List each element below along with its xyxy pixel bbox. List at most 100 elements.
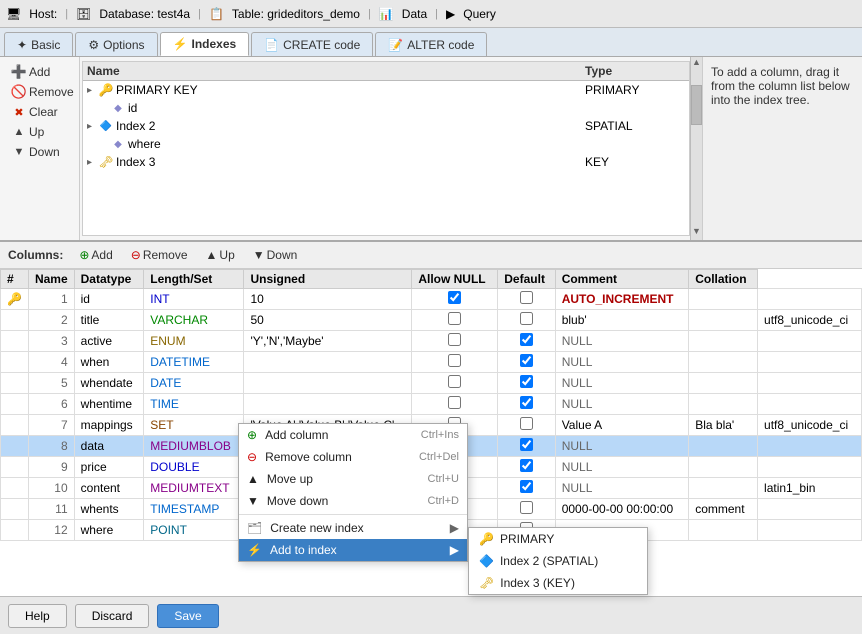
- row-unsigned[interactable]: [412, 289, 498, 310]
- row-allownull[interactable]: [498, 457, 555, 478]
- row-key-icon: 🔑: [7, 292, 22, 306]
- table-row[interactable]: 🔑1idINT10AUTO_INCREMENT: [1, 289, 862, 310]
- allownull-checkbox[interactable]: [520, 459, 533, 472]
- tree-row-id[interactable]: ◆ id: [83, 99, 689, 117]
- scrollbar-up[interactable]: ▲: [691, 57, 702, 71]
- row-name: data: [74, 436, 144, 457]
- index-up-button[interactable]: ▲ Up: [8, 123, 71, 141]
- allownull-checkbox[interactable]: [520, 501, 533, 514]
- sub-index3[interactable]: 🗝 Index 3 (KEY): [469, 572, 647, 594]
- tree-row-index3[interactable]: ▸ 🗝 Index 3 KEY: [83, 153, 689, 171]
- row-type: DATETIME: [144, 352, 244, 373]
- allownull-checkbox[interactable]: [520, 375, 533, 388]
- clear-icon: ✖: [12, 105, 26, 119]
- row-allownull[interactable]: [498, 373, 555, 394]
- tree-row-primary[interactable]: ▸ 🔑 PRIMARY KEY PRIMARY: [83, 81, 689, 99]
- add-icon: ➕: [12, 65, 26, 79]
- tab-create-code[interactable]: 📄 CREATE code: [251, 32, 373, 56]
- row-default: NULL: [555, 478, 689, 499]
- scrollbar-down[interactable]: ▼: [691, 226, 702, 240]
- table-row[interactable]: 2titleVARCHAR50blub'utf8_unicode_ci: [1, 310, 862, 331]
- ctx-remove-icon: ⊖: [247, 450, 257, 464]
- unsigned-checkbox[interactable]: [448, 312, 461, 325]
- allownull-checkbox[interactable]: [520, 417, 533, 430]
- row-length: [244, 352, 412, 373]
- sub-key-orange-icon: 🗝: [479, 576, 494, 590]
- row-num: 1: [28, 289, 74, 310]
- key-col: [1, 394, 29, 415]
- index-add-button[interactable]: ➕ Add: [8, 63, 71, 81]
- row-length: 10: [244, 289, 412, 310]
- col-down-button[interactable]: ▼ Down: [247, 246, 304, 264]
- ctx-create-index[interactable]: 🗂 Create new index ▶: [239, 517, 467, 539]
- row-allownull[interactable]: [498, 499, 555, 520]
- row-allownull[interactable]: [498, 436, 555, 457]
- col-add-icon: ⊕: [79, 248, 89, 262]
- row-unsigned[interactable]: [412, 310, 498, 331]
- sub-primary[interactable]: 🔑 PRIMARY: [469, 528, 647, 550]
- allownull-checkbox[interactable]: [520, 333, 533, 346]
- th-num: #: [1, 270, 29, 289]
- tab-options[interactable]: ⚙ Options: [75, 32, 157, 56]
- save-button[interactable]: Save: [157, 604, 218, 628]
- unsigned-checkbox[interactable]: [448, 375, 461, 388]
- row-allownull[interactable]: [498, 331, 555, 352]
- row-unsigned[interactable]: [412, 394, 498, 415]
- col-remove-button[interactable]: ⊖ Remove: [125, 246, 194, 264]
- row-name: mappings: [74, 415, 144, 436]
- ctx-add-to-index[interactable]: ⚡ Add to index ▶: [239, 539, 467, 561]
- unsigned-checkbox[interactable]: [448, 354, 461, 367]
- data-label[interactable]: Data: [402, 7, 427, 21]
- ctx-remove-column[interactable]: ⊖ Remove column Ctrl+Del: [239, 446, 467, 468]
- row-unsigned[interactable]: [412, 331, 498, 352]
- col-up-button[interactable]: ▲ Up: [200, 246, 241, 264]
- col-add-button[interactable]: ⊕ Add: [73, 246, 118, 264]
- allownull-checkbox[interactable]: [520, 438, 533, 451]
- ctx-move-down[interactable]: ▼ Move down Ctrl+D: [239, 490, 467, 512]
- index-remove-button[interactable]: 🚫 Remove: [8, 83, 71, 101]
- allownull-checkbox[interactable]: [520, 480, 533, 493]
- tree-row-index2[interactable]: ▸ 🔷 Index 2 SPATIAL: [83, 117, 689, 135]
- allownull-checkbox[interactable]: [520, 354, 533, 367]
- index-clear-button[interactable]: ✖ Clear: [8, 103, 71, 121]
- row-allownull[interactable]: [498, 352, 555, 373]
- row-collation: utf8_unicode_ci: [758, 415, 862, 436]
- row-collation: [758, 457, 862, 478]
- row-unsigned[interactable]: [412, 373, 498, 394]
- table-row[interactable]: 6whentimeTIMENULL: [1, 394, 862, 415]
- sub-index2[interactable]: 🔷 Index 2 (SPATIAL): [469, 550, 647, 572]
- tab-indexes[interactable]: ⚡ Indexes: [160, 32, 250, 56]
- scrollbar-thumb[interactable]: [691, 85, 702, 125]
- key-col: [1, 415, 29, 436]
- table-row[interactable]: 4whenDATETIMENULL: [1, 352, 862, 373]
- help-button[interactable]: Help: [8, 604, 67, 628]
- table-row[interactable]: 5whendateDATENULL: [1, 373, 862, 394]
- row-allownull[interactable]: [498, 394, 555, 415]
- unsigned-checkbox[interactable]: [448, 396, 461, 409]
- row-default: AUTO_INCREMENT: [555, 289, 689, 310]
- row-unsigned[interactable]: [412, 352, 498, 373]
- row-default: NULL: [555, 352, 689, 373]
- allownull-checkbox[interactable]: [520, 396, 533, 409]
- index-down-button[interactable]: ▼ Down: [8, 143, 71, 161]
- query-label[interactable]: Query: [463, 7, 496, 21]
- discard-button[interactable]: Discard: [75, 604, 150, 628]
- unsigned-checkbox[interactable]: [448, 291, 461, 304]
- allownull-checkbox[interactable]: [520, 312, 533, 325]
- ctx-add-column[interactable]: ⊕ Add column Ctrl+Ins: [239, 424, 467, 446]
- unsigned-checkbox[interactable]: [448, 333, 461, 346]
- alter-icon: 📝: [388, 38, 403, 52]
- row-allownull[interactable]: [498, 310, 555, 331]
- index-scrollbar[interactable]: ▲ ▼: [690, 57, 702, 240]
- row-allownull[interactable]: [498, 289, 555, 310]
- row-allownull[interactable]: [498, 415, 555, 436]
- row-allownull[interactable]: [498, 478, 555, 499]
- tree-row-where[interactable]: ◆ where: [83, 135, 689, 153]
- table-row[interactable]: 3activeENUM'Y','N','Maybe'NULL: [1, 331, 862, 352]
- ctx-move-up[interactable]: ▲ Move up Ctrl+U: [239, 468, 467, 490]
- row-collation: [758, 394, 862, 415]
- tab-basic[interactable]: ✦ Basic: [4, 32, 73, 56]
- allownull-checkbox[interactable]: [520, 291, 533, 304]
- row-num: 9: [28, 457, 74, 478]
- tab-alter-code[interactable]: 📝 ALTER code: [375, 32, 487, 56]
